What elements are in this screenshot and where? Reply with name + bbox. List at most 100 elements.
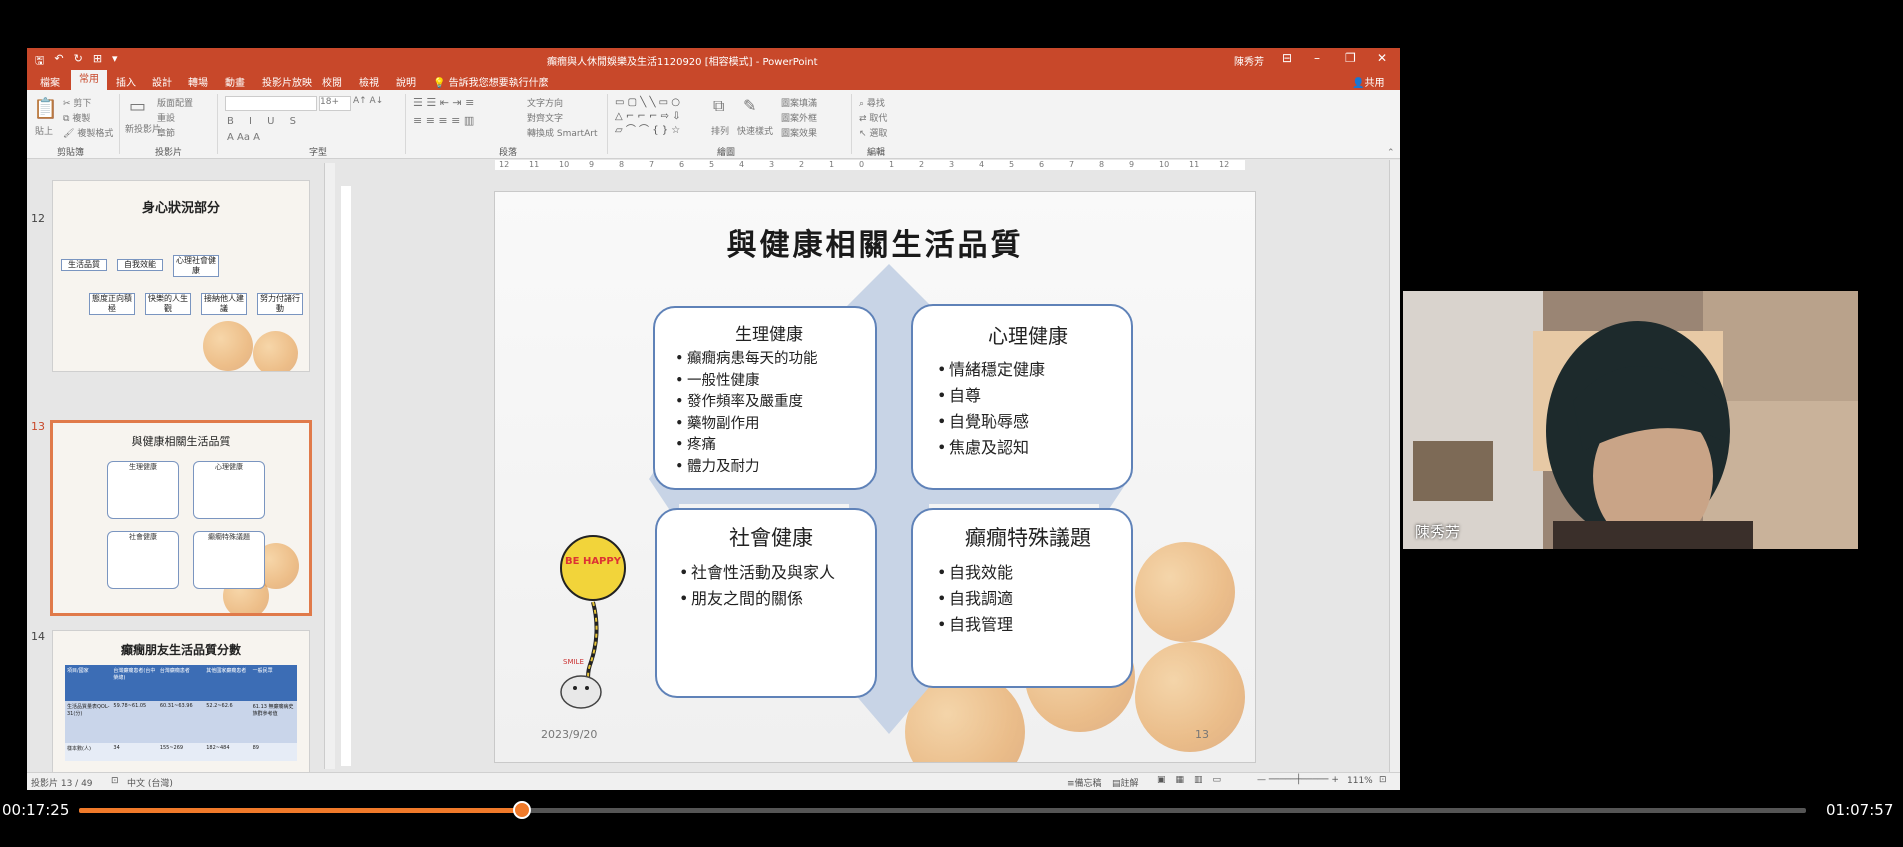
zoom-level[interactable]: 111% [1347, 776, 1373, 786]
seek-handle[interactable] [512, 801, 531, 819]
shape-effects-button[interactable]: 圖案效果 [781, 126, 817, 139]
ruler-tick-label: 0 [859, 160, 865, 169]
list-item: 情緒穩定健康 [937, 357, 1121, 383]
thumbnail-slide-14[interactable]: 癲癇朋友生活品質分數 項目/國家 台灣癲癇患者(台中榮總) 台灣癲癇患者 其他國… [52, 630, 310, 774]
ruler-tick-label: 9 [1129, 160, 1135, 169]
arrange-icon[interactable]: ⧉ [713, 96, 724, 116]
comments-button[interactable]: ▤註解 [1112, 776, 1139, 789]
thumbnails-scrollbar[interactable] [324, 163, 335, 769]
font-name-box[interactable] [225, 96, 317, 111]
quadrant-physical-health[interactable]: 生理健康 癲癇病患每天的功能 一般性健康 發作頻率及嚴重度 藥物副作用 疼痛 體… [653, 306, 877, 490]
find-button[interactable]: ⌕ 尋找 [859, 96, 885, 109]
new-slide-label[interactable]: 新投影片 [125, 122, 161, 135]
minimize-button[interactable]: – [1314, 51, 1320, 65]
ribbon-display-options-icon[interactable]: ⊟ [1282, 51, 1292, 65]
align-text-button[interactable]: 對齊文字 [527, 111, 563, 124]
tab-home[interactable]: 常用 [71, 70, 107, 90]
section-button[interactable]: 章節 [157, 126, 175, 139]
select-button[interactable]: ↖ 選取 [859, 126, 887, 139]
slide-thumbnails-pane: 12 身心狀況部分 生活品質 自我效能 心理社會健康 態度正向積極 快樂的人生觀… [27, 160, 337, 774]
tab-help[interactable]: 說明 [396, 74, 416, 89]
slide-scrollbar[interactable] [1389, 160, 1400, 772]
reset-button[interactable]: 重設 [157, 111, 175, 124]
table-cell: 34 [113, 745, 120, 751]
slide-canvas[interactable]: 與健康相關生活品質 生理健康 癲癇病患每天的功能 一般性健康 發作頻率及嚴重度 … [494, 191, 1256, 763]
align-icons[interactable]: ≡ ≡ ≡ ≡ ▥ [413, 114, 474, 127]
smartart-button[interactable]: 轉換成 SmartArt [527, 126, 597, 139]
tab-slideshow[interactable]: 投影片放映 [262, 74, 312, 89]
language-indicator[interactable]: 中文 (台灣) [127, 776, 173, 789]
notes-label: 備忘稿 [1074, 779, 1102, 789]
ruler-tick-label: 4 [739, 160, 745, 169]
shapes-gallery[interactable]: ▭ ▢ ╲ ╲ ▭ ○ △ ⌐ ⌐ ⌐ ⇨ ⇩ ▱ ⌒ ⌒ { } ☆ [615, 96, 705, 140]
list-item: 自我管理 [937, 612, 1121, 638]
orange-decoration [203, 321, 253, 371]
copy-label: 複製 [72, 114, 91, 124]
cut-button[interactable]: ✂ 剪下 [63, 96, 91, 109]
thumbnail-slide-12[interactable]: 身心狀況部分 生活品質 自我效能 心理社會健康 態度正向積極 快樂的人生觀 接納… [52, 180, 310, 372]
arrange-label[interactable]: 排列 [711, 124, 729, 137]
font-style-buttons[interactable]: B I U S [227, 116, 302, 127]
copy-icon: ⧉ [63, 114, 70, 124]
zoom-slider[interactable]: — ─────┼───── + [1257, 775, 1339, 785]
font-color-icon[interactable]: A Aa A [227, 132, 260, 143]
slide-title[interactable]: 與健康相關生活品質 [495, 220, 1255, 264]
redo-icon[interactable]: ↻ [74, 52, 83, 71]
collapse-ribbon-icon[interactable]: ⌃ [1387, 148, 1395, 158]
ruler-tick-label: 2 [919, 160, 925, 169]
paste-label[interactable]: 貼上 [35, 124, 53, 137]
new-slide-icon[interactable]: ▭ [129, 96, 146, 117]
shape-fill-button[interactable]: 圖案填滿 [781, 96, 817, 109]
quadrant-mental-health[interactable]: 心理健康 情緒穩定健康 自尊 自覺恥辱感 焦慮及認知 [911, 304, 1133, 490]
customize-qat-icon[interactable]: ▾ [112, 52, 118, 71]
tab-insert[interactable]: 插入 [116, 74, 136, 89]
start-presentation-icon[interactable]: ⊞ [93, 52, 102, 71]
spellcheck-icon[interactable]: ⊡ [111, 776, 119, 786]
quadrant-social-health[interactable]: 社會健康 社會性活動及與家人 朋友之間的關係 [655, 508, 877, 698]
tab-animations[interactable]: 動畫 [225, 74, 245, 89]
brush-icon: 🖌 [63, 129, 75, 139]
table-header-cell: 台灣癲癇患者 [159, 668, 190, 674]
tell-me-search[interactable]: 💡 告訴我您想要執行什麼 [433, 74, 549, 89]
thumbnail-box: 接納他人建議 [201, 293, 247, 315]
document-title: 癲癇與人休閒娛樂及生活1120920 [相容模式] - PowerPoint [547, 57, 818, 68]
seek-bar[interactable] [79, 801, 1806, 819]
close-button[interactable]: ✕ [1377, 51, 1387, 65]
thumbnail-slide-13[interactable]: 與健康相關生活品質 生理健康 心理健康 社會健康 癲癇特殊議題 [50, 420, 312, 616]
copy-button[interactable]: ⧉ 複製 [63, 111, 90, 124]
tab-view[interactable]: 檢視 [359, 74, 379, 89]
quick-styles-icon[interactable]: ✎ [743, 96, 756, 115]
tab-design[interactable]: 設計 [152, 74, 172, 89]
format-painter-button[interactable]: 🖌 複製格式 [63, 126, 113, 139]
table-cell: 60.31~63.96 [159, 703, 193, 709]
slide-counter: 投影片 13 / 49 [31, 779, 93, 789]
list-item: 體力及耐力 [675, 457, 865, 479]
balloon-text: BE HAPPY [565, 556, 622, 567]
replace-button[interactable]: ⇄ 取代 [859, 111, 887, 124]
quadrant-title: 社會健康 [729, 526, 813, 550]
view-buttons[interactable]: ▣▦▥▭ [1157, 775, 1231, 785]
fit-slide-icon[interactable]: ⊡ [1379, 775, 1387, 785]
save-icon[interactable]: 🖫 [35, 52, 44, 71]
bullets-icon[interactable]: ☰ ☰ ⇤ ⇥ ≡ [413, 96, 474, 109]
shape-outline-button[interactable]: 圖案外框 [781, 111, 817, 124]
quick-styles-label[interactable]: 快速樣式 [737, 124, 773, 137]
vertical-ruler [341, 186, 351, 766]
tab-review[interactable]: 校閱 [322, 74, 342, 89]
paste-icon[interactable]: 📋 [33, 96, 58, 120]
quadrant-title: 心理健康 [988, 324, 1068, 348]
undo-icon[interactable]: ↶ [54, 52, 63, 71]
notes-button[interactable]: ≡備忘稿 [1067, 776, 1102, 789]
ruler-tick-label: 4 [979, 160, 985, 169]
group-label-editing: 編輯 [867, 148, 886, 158]
font-size-box[interactable]: 18+ [319, 96, 351, 111]
tab-transitions[interactable]: 轉場 [188, 74, 208, 89]
tab-file[interactable]: 檔案 [40, 74, 60, 89]
restore-button[interactable]: ❐ [1345, 51, 1356, 65]
share-button[interactable]: 👤共用 [1352, 74, 1384, 89]
quadrant-epilepsy-issues[interactable]: 癲癇特殊議題 自我效能 自我調適 自我管理 [911, 508, 1133, 688]
text-direction-button[interactable]: 文字方向 [527, 96, 563, 109]
layout-button[interactable]: 版面配置 [157, 96, 193, 109]
grow-font-icon[interactable]: A↑ A↓ [353, 96, 383, 106]
account-name[interactable]: 陳秀芳 [1234, 53, 1264, 68]
